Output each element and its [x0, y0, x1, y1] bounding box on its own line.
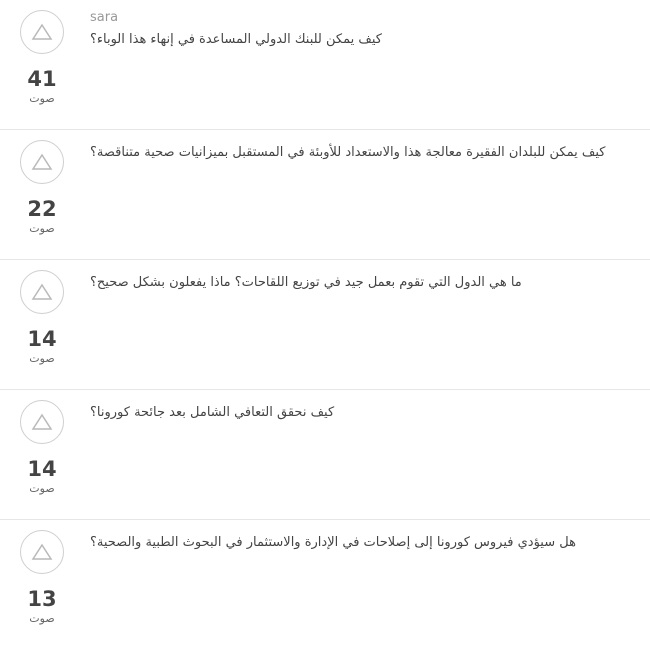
question-content: كيف يمكن للبلدان الفقيرة معالجة هذا والا… — [90, 140, 630, 162]
upvote-button[interactable] — [20, 530, 64, 574]
vote-block: 41 صوت — [18, 10, 66, 106]
question-content: ما هي الدول التي تقوم بعمل جيد في توزيع … — [90, 270, 630, 292]
upvote-button[interactable] — [20, 140, 64, 184]
question-list: 41 صوت sara كيف يمكن للبنك الدولي المساع… — [0, 0, 650, 650]
vote-count: 14 — [27, 327, 57, 351]
question-content: هل سيؤدي فيروس كورونا إلى إصلاحات في الإ… — [90, 530, 630, 552]
vote-block: 13 صوت — [18, 530, 66, 626]
question-content: كيف نحقق التعافي الشامل بعد جائحة كورونا… — [90, 400, 630, 422]
question-title[interactable]: ما هي الدول التي تقوم بعمل جيد في توزيع … — [90, 274, 630, 292]
question-title[interactable]: كيف يمكن للبنك الدولي المساعدة في إنهاء … — [90, 31, 630, 49]
question-item: 41 صوت sara كيف يمكن للبنك الدولي المساع… — [0, 0, 650, 130]
vote-count: 22 — [27, 197, 57, 221]
question-title[interactable]: كيف نحقق التعافي الشامل بعد جائحة كورونا… — [90, 404, 630, 422]
vote-count: 41 — [27, 67, 57, 91]
triangle-up-icon — [31, 153, 53, 170]
triangle-up-icon — [31, 413, 53, 430]
vote-block: 14 صوت — [18, 400, 66, 496]
vote-count: 14 — [27, 457, 57, 481]
question-content: sara كيف يمكن للبنك الدولي المساعدة في إ… — [90, 10, 630, 49]
question-item: 14 صوت كيف نحقق التعافي الشامل بعد جائحة… — [0, 390, 650, 520]
triangle-up-icon — [31, 543, 53, 560]
vote-count-label: صوت — [29, 612, 55, 625]
vote-count-label: صوت — [29, 92, 55, 105]
question-title[interactable]: هل سيؤدي فيروس كورونا إلى إصلاحات في الإ… — [90, 534, 630, 552]
question-author: sara — [90, 10, 119, 25]
upvote-button[interactable] — [20, 400, 64, 444]
upvote-button[interactable] — [20, 10, 64, 54]
vote-block: 22 صوت — [18, 140, 66, 236]
triangle-up-icon — [31, 283, 53, 300]
question-title[interactable]: كيف يمكن للبلدان الفقيرة معالجة هذا والا… — [90, 144, 630, 162]
question-item: 14 صوت ما هي الدول التي تقوم بعمل جيد في… — [0, 260, 650, 390]
vote-count-label: صوت — [29, 352, 55, 365]
vote-count-label: صوت — [29, 222, 55, 235]
vote-count-label: صوت — [29, 482, 55, 495]
vote-block: 14 صوت — [18, 270, 66, 366]
question-item: 22 صوت كيف يمكن للبلدان الفقيرة معالجة ه… — [0, 130, 650, 260]
triangle-up-icon — [31, 23, 53, 40]
question-item: 13 صوت هل سيؤدي فيروس كورونا إلى إصلاحات… — [0, 520, 650, 650]
upvote-button[interactable] — [20, 270, 64, 314]
vote-count: 13 — [27, 587, 57, 611]
